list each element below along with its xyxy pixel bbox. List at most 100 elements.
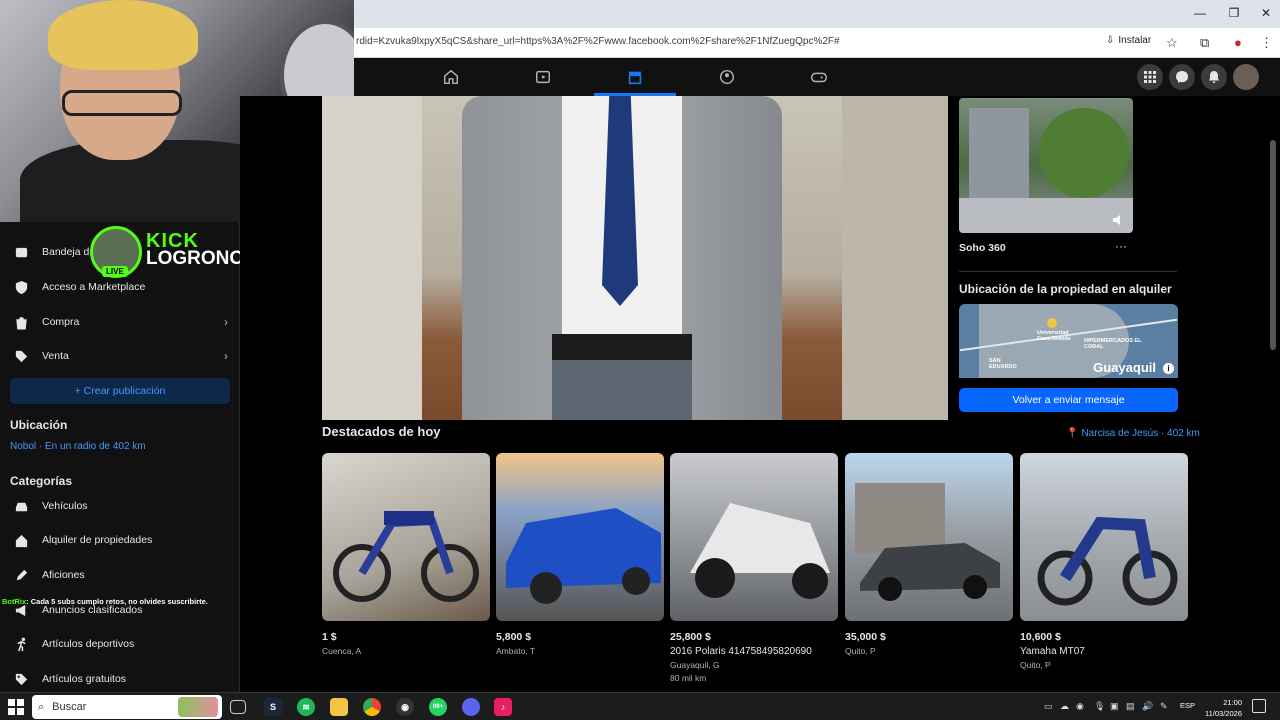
gaming-icon[interactable] (808, 66, 830, 88)
microphone-icon[interactable]: 🎙 (1094, 701, 1105, 711)
file-explorer-icon[interactable] (330, 698, 348, 716)
tray-icon[interactable]: ▭ (1044, 701, 1054, 711)
product-image[interactable] (670, 453, 838, 621)
category-free[interactable]: Artículos gratuitos (10, 665, 230, 693)
category-hobbies[interactable]: Aficiones (10, 561, 230, 589)
pen-tray-icon[interactable]: ✎ (1160, 701, 1170, 711)
location-filter[interactable]: Nobol · En un radio de 402 km (10, 441, 146, 452)
windows-taskbar: ⌕ Buscar S ≋ ◉ 99+ ♪ ▭ ☁ ◉ 🎙 ▣ ▤ 🔊 ✎ ESP… (0, 692, 1280, 720)
minimize-icon[interactable]: — (1192, 6, 1208, 20)
map-pin-icon (1047, 318, 1057, 328)
product-image[interactable] (496, 453, 664, 621)
resend-message-button[interactable]: Volver a enviar mensaje (959, 388, 1178, 412)
facebook-top-nav (354, 58, 1280, 96)
product-card[interactable]: 10,600 $ Yamaha MT07 Quito, P (1020, 453, 1188, 670)
product-location: Guayaquil, G (670, 660, 720, 670)
discord-icon[interactable] (462, 698, 480, 716)
page-scrollbar[interactable] (1270, 140, 1276, 350)
featured-heading: Destacados de hoy (322, 424, 441, 439)
product-card[interactable]: 1 $ Cuenca, A (322, 453, 490, 656)
house-icon (10, 529, 32, 551)
create-listing-button[interactable]: + Crear publicación (10, 378, 230, 404)
listing-title: Soho 360 (959, 242, 1006, 254)
notifications-icon[interactable] (1201, 64, 1227, 90)
profile-avatar[interactable] (1233, 64, 1259, 90)
product-card[interactable]: 35,000 $ Quito, P (845, 453, 1013, 656)
divider (959, 271, 1177, 272)
info-icon[interactable]: i (1163, 363, 1174, 374)
search-icon: ⌕ (38, 700, 45, 713)
product-price: 35,000 $ (845, 631, 886, 643)
whatsapp-icon[interactable]: 99+ (429, 698, 447, 716)
groups-icon[interactable] (716, 66, 738, 88)
category-vehicles[interactable]: Vehículos (10, 492, 230, 520)
steam-icon[interactable]: S (264, 698, 282, 716)
sidebar-item-buy[interactable]: Compra › (10, 308, 230, 336)
video-icon[interactable] (532, 66, 554, 88)
featured-location-filter[interactable]: 📍 Narcisa de Jesús · 402 km (1066, 428, 1200, 439)
location-heading: Ubicación (10, 418, 68, 432)
product-name: Yamaha MT07 (1020, 646, 1085, 657)
tray-icon[interactable]: ☁ (1060, 701, 1070, 711)
chrome-icon[interactable] (363, 698, 381, 716)
url-text[interactable]: rdid=Kzvuka9lxpyX5qCS&share_url=https%3A… (356, 36, 840, 47)
install-button[interactable]: ⇩ Instalar (1106, 35, 1151, 46)
product-card[interactable]: 5,800 $ Ambato, T (496, 453, 664, 656)
tiktok-icon[interactable]: ♪ (494, 698, 512, 716)
product-name: 2016 Polaris 414758495820690 (670, 646, 812, 657)
listing-details-panel: Soho 360 ··· Ubicación de la propiedad e… (948, 96, 1280, 420)
running-icon (10, 633, 32, 655)
volume-icon[interactable]: 🔊 (1142, 701, 1153, 711)
product-location: Ambato, T (496, 646, 536, 656)
product-price: 25,800 $ (670, 631, 711, 643)
listing-photo[interactable] (322, 96, 948, 420)
bag-icon (10, 311, 32, 333)
extensions-icon[interactable]: ⧉ (1200, 35, 1209, 51)
car-icon (10, 495, 32, 517)
product-location: Quito, P (845, 646, 876, 656)
star-icon[interactable]: ☆ (1166, 35, 1178, 51)
notification-center-icon[interactable] (1252, 699, 1266, 713)
browser-titlebar: — ❐ ✕ (354, 0, 1280, 28)
task-view-icon[interactable] (230, 700, 246, 714)
product-location: Quito, P (1020, 660, 1051, 670)
system-clock[interactable]: 21:00 11/03/2026 (1200, 697, 1242, 719)
tag-icon (10, 345, 32, 367)
extension-badge-icon[interactable]: ● (1234, 35, 1242, 50)
address-bar[interactable]: rdid=Kzvuka9lxpyX5qCS&share_url=https%3A… (354, 28, 1280, 58)
apps-menu-icon[interactable] (1137, 64, 1163, 90)
messenger-icon[interactable] (1169, 64, 1195, 90)
category-rentals[interactable]: Alquiler de propiedades (10, 526, 230, 554)
network-icon[interactable]: ▤ (1126, 701, 1136, 711)
chevron-right-icon: › (224, 315, 228, 329)
home-icon[interactable] (440, 66, 462, 88)
more-options-button[interactable]: ··· (1111, 238, 1131, 258)
location-map[interactable]: Universidad Casa Grande HIPERMERCADOS EL… (959, 304, 1178, 378)
language-indicator[interactable]: ESP (1180, 701, 1195, 710)
spotify-icon[interactable]: ≋ (297, 698, 315, 716)
mute-icon[interactable] (1111, 213, 1125, 227)
product-image[interactable] (322, 453, 490, 621)
tray-icon[interactable]: ◉ (1076, 701, 1086, 711)
display-icon[interactable]: ▣ (1110, 701, 1120, 711)
inbox-icon (10, 241, 32, 263)
menu-dots-icon[interactable]: ⋮ (1260, 35, 1273, 51)
listing-thumbnail[interactable] (959, 98, 1133, 233)
category-sports[interactable]: Artículos deportivos (10, 630, 230, 658)
windows-start-icon[interactable] (8, 699, 24, 715)
obs-icon[interactable]: ◉ (396, 698, 414, 716)
categories-heading: Categorías (10, 474, 73, 488)
taskbar-search[interactable]: ⌕ Buscar (32, 695, 222, 719)
product-price: 5,800 $ (496, 631, 532, 643)
product-card[interactable]: 25,800 $ 2016 Polaris 414758495820690 Gu… (670, 453, 838, 683)
restore-icon[interactable]: ❐ (1226, 6, 1242, 20)
live-badge: LIVE (102, 266, 128, 277)
marketplace-sidebar: Bandeja d Acceso a Marketplace Compra › … (0, 222, 240, 692)
product-price: 10,600 $ (1020, 631, 1061, 643)
close-icon[interactable]: ✕ (1258, 6, 1274, 20)
marketplace-icon[interactable] (624, 66, 646, 88)
product-image[interactable] (1020, 453, 1188, 621)
product-image[interactable] (845, 453, 1013, 621)
map-city-label: Guayaquil (1093, 360, 1156, 375)
sidebar-item-sell[interactable]: Venta › (10, 342, 230, 370)
